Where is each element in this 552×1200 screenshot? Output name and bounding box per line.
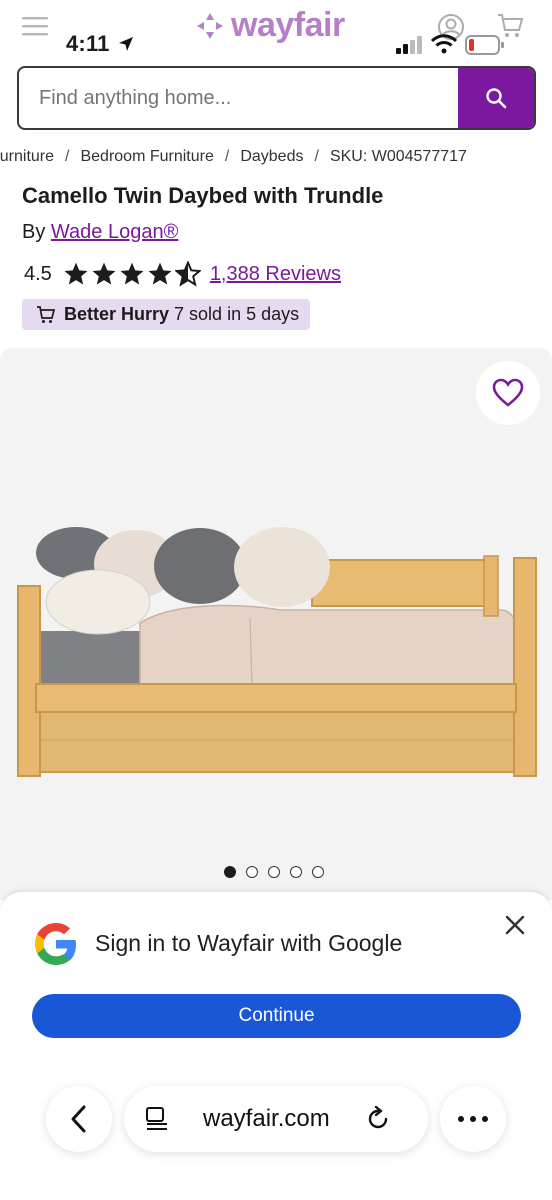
- sales-urgency-badge: Better Hurry 7 sold in 5 days: [22, 299, 311, 330]
- breadcrumb-separator: /: [314, 148, 319, 165]
- carousel-dot[interactable]: [290, 866, 302, 878]
- signal-icon: [396, 36, 422, 54]
- reload-icon[interactable]: [364, 1105, 392, 1133]
- carousel-dot[interactable]: [224, 866, 236, 878]
- google-icon: [35, 923, 76, 965]
- by-label: By: [22, 221, 46, 243]
- daybed-illustration: [17, 527, 537, 777]
- breadcrumb-item-daybeds[interactable]: Daybeds: [240, 148, 303, 166]
- breadcrumb: Furniture / Bedroom Furniture / Daybeds …: [0, 148, 552, 172]
- rating-value: 4.5: [24, 262, 52, 285]
- breadcrumb-item-furniture[interactable]: Furniture: [0, 148, 54, 166]
- product-title: Camello Twin Daybed with Trundle: [22, 183, 384, 208]
- wayfair-logo[interactable]: wayfair: [195, 6, 345, 45]
- breadcrumb-sku: SKU: W004577717: [329, 148, 467, 165]
- heart-icon: [492, 378, 524, 407]
- status-time: 4:11: [66, 31, 110, 56]
- star-icon: [92, 262, 116, 285]
- hurry-text: 7 sold in 5 days: [174, 304, 300, 324]
- menu-icon[interactable]: [22, 16, 48, 36]
- search-input[interactable]: [19, 68, 458, 128]
- search-bar: [17, 66, 536, 130]
- reader-icon[interactable]: [144, 1106, 170, 1132]
- back-button[interactable]: [46, 1086, 112, 1152]
- logo-mark-icon: [197, 12, 223, 39]
- brand-link[interactable]: Wade Logan®: [51, 221, 178, 243]
- breadcrumb-separator: /: [224, 148, 230, 165]
- address-bar[interactable]: wayfair.com: [124, 1086, 428, 1152]
- breadcrumb-item-bedroom-furniture[interactable]: Bedroom Furniture: [80, 148, 213, 166]
- search-button[interactable]: [458, 68, 534, 128]
- close-icon: [505, 915, 525, 935]
- star-half-icon: [174, 261, 201, 287]
- shopping-cart-icon: [37, 305, 56, 323]
- carousel-dot[interactable]: [268, 866, 280, 878]
- breadcrumb-separator: /: [65, 148, 70, 165]
- wifi-icon: [431, 34, 457, 54]
- favorite-button[interactable]: [476, 361, 540, 425]
- reviews-link[interactable]: 1,388 Reviews: [210, 263, 341, 286]
- image-carousel-dots: [224, 866, 324, 878]
- product-image[interactable]: [0, 348, 552, 900]
- carousel-dot[interactable]: [246, 866, 258, 878]
- back-icon: [71, 1105, 86, 1133]
- google-signin-title: Sign in to Wayfair with Google: [95, 930, 403, 956]
- rating-row: 4.5 1,388 Reviews: [24, 260, 341, 288]
- continue-button[interactable]: Continue: [32, 994, 521, 1038]
- product-byline: By Wade Logan®: [22, 221, 178, 244]
- more-button[interactable]: [440, 1086, 506, 1152]
- more-icon: [458, 1116, 488, 1122]
- star-rating[interactable]: [63, 261, 201, 287]
- url-text: wayfair.com: [203, 1105, 330, 1132]
- hurry-label: Better Hurry: [64, 304, 170, 324]
- location-arrow-icon: [119, 37, 133, 51]
- star-icon: [64, 262, 88, 285]
- star-icon: [120, 262, 144, 285]
- carousel-dot[interactable]: [312, 866, 324, 878]
- battery-icon: [465, 35, 504, 55]
- search-icon: [486, 88, 507, 109]
- close-button[interactable]: [500, 910, 530, 940]
- star-icon: [148, 262, 172, 285]
- logo-text: wayfair: [231, 6, 345, 44]
